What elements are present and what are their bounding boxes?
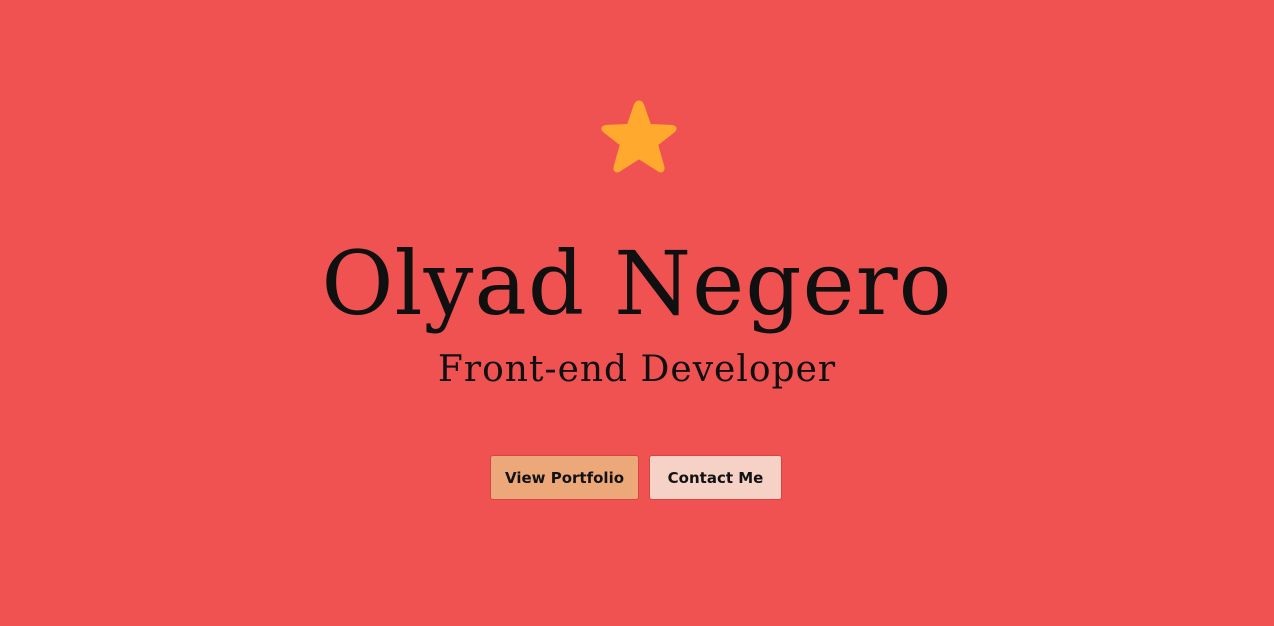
contact-me-button[interactable]: Contact Me — [649, 455, 782, 500]
developer-name: Olyad Negero — [321, 232, 953, 335]
hero-section: Olyad Negero Front-end Developer View Po… — [0, 0, 1274, 626]
star-icon — [597, 97, 681, 178]
developer-role: Front-end Developer — [437, 349, 837, 390]
view-portfolio-button[interactable]: View Portfolio — [490, 455, 639, 500]
hero-actions: View Portfolio Contact Me — [0, 455, 1274, 500]
